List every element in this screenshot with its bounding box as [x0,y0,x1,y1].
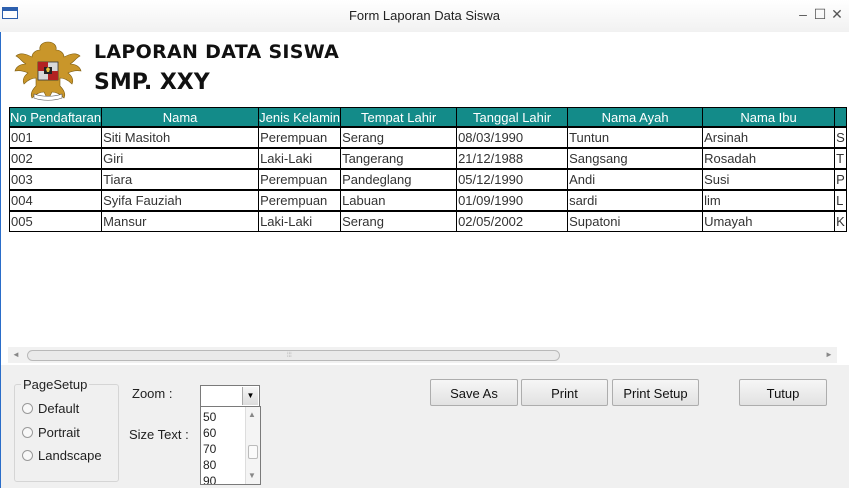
table-cell: S [834,126,847,149]
radio-landscape-label[interactable]: Landscape [38,448,102,463]
table-cell: L [834,189,847,212]
zoom-option[interactable]: 50 [203,410,216,424]
maximize-button[interactable]: ☐ [813,6,827,22]
table-cell: 005 [8,210,103,232]
table-row: 001 Siti Masitoh Perempuan Serang 08/03/… [8,126,847,149]
table-cell: Supatoni [567,210,704,232]
save-as-button[interactable]: Save As [430,379,518,406]
table-cell: 004 [8,189,103,212]
table-cell: Laki-Laki [258,210,342,232]
table-cell: 21/12/1988 [456,147,569,170]
table-cell: T [834,147,847,170]
column-header[interactable]: Nama Ibu [702,107,836,128]
print-button[interactable]: Print [521,379,608,406]
zoom-dropdown-list[interactable]: 50 60 70 80 90 ▲ ▼ [200,406,261,485]
minimize-button[interactable]: – [796,6,810,22]
scroll-right-arrow-icon[interactable]: ► [821,347,837,363]
table-cell: Mansur [101,210,260,232]
column-header[interactable]: Tempat Lahir [340,107,458,128]
table-cell: 01/09/1990 [456,189,569,212]
scrollbar-thumb[interactable]: ⦙⦙⦙ [27,350,560,361]
table-cell: Laki-Laki [258,147,342,170]
table-cell: 05/12/1990 [456,168,569,191]
school-name: SMP. XXY [94,70,210,95]
window-title: Form Laporan Data Siswa [348,8,500,23]
zoom-option[interactable]: 80 [203,458,216,472]
zoom-combobox[interactable]: ▼ [200,385,260,407]
column-header[interactable] [834,107,847,128]
radio-portrait[interactable] [22,427,33,438]
page-setup-legend: PageSetup [21,377,90,392]
table-cell: Serang [340,210,458,232]
table-cell: Susi [702,168,836,191]
table-cell: Tangerang [340,147,458,170]
table-cell: Perempuan [258,189,342,212]
table-cell: Umayah [702,210,836,232]
table-cell: Serang [340,126,458,149]
table-cell: Perempuan [258,168,342,191]
table-cell: 001 [8,126,103,149]
table-cell: Andi [567,168,704,191]
table-cell: Siti Masitoh [101,126,260,149]
table-cell: 003 [8,168,103,191]
table-cell: Perempuan [258,126,342,149]
table-row: 005 Mansur Laki-Laki Serang 02/05/2002 S… [8,210,847,232]
column-header[interactable]: Jenis Kelamin [258,107,342,128]
size-text-label: Size Text : [129,427,189,442]
table-row: 003 Tiara Perempuan Pandeglang 05/12/199… [8,168,847,191]
radio-landscape[interactable] [22,450,33,461]
column-header[interactable]: Tanggal Lahir [456,107,569,128]
student-data-table: No Pendaftaran Nama Jenis Kelamin Tempat… [8,107,847,232]
table-cell: Syifa Fauziah [101,189,260,212]
table-cell: Tuntun [567,126,704,149]
list-vertical-scrollbar[interactable]: ▲ ▼ [245,407,260,484]
garuda-emblem-icon [14,41,82,101]
column-header[interactable]: No Pendaftaran [8,107,103,128]
column-header[interactable]: Nama Ayah [567,107,704,128]
grip-icon: ⦙⦙⦙ [287,352,292,359]
column-header[interactable]: Nama [101,107,260,128]
table-cell: Tiara [101,168,260,191]
radio-default[interactable] [22,403,33,414]
table-cell: Giri [101,147,260,170]
scroll-left-arrow-icon[interactable]: ◄ [8,347,24,363]
table-cell: K [834,210,847,232]
scroll-down-arrow-icon[interactable]: ▼ [248,471,256,480]
zoom-option[interactable]: 70 [203,442,216,456]
close-button[interactable]: ✕ [830,6,844,22]
report-title: LAPORAN DATA SISWA [94,41,340,63]
table-cell: sardi [567,189,704,212]
table-cell: Arsinah [702,126,836,149]
table-cell: Sangsang [567,147,704,170]
table-cell: 02/05/2002 [456,210,569,232]
tutup-button[interactable]: Tutup [739,379,827,406]
table-row: 004 Syifa Fauziah Perempuan Labuan 01/09… [8,189,847,212]
print-setup-button[interactable]: Print Setup [612,379,699,406]
zoom-option[interactable]: 90 [203,474,216,484]
table-cell: 002 [8,147,103,170]
radio-default-label[interactable]: Default [38,401,79,416]
zoom-label: Zoom : [132,386,173,401]
scroll-up-arrow-icon[interactable]: ▲ [248,410,256,419]
radio-portrait-label[interactable]: Portrait [38,425,80,440]
table-cell: P [834,168,847,191]
table-cell: Rosadah [702,147,836,170]
table-row: 002 Giri Laki-Laki Tangerang 21/12/1988 … [8,147,847,170]
table-cell: Labuan [340,189,458,212]
table-cell: Pandeglang [340,168,458,191]
chevron-down-icon[interactable]: ▼ [242,387,258,405]
table-header-row: No Pendaftaran Nama Jenis Kelamin Tempat… [8,107,847,128]
table-cell: lim [702,189,836,212]
list-scroll-thumb[interactable] [248,445,258,459]
zoom-option[interactable]: 60 [203,426,216,440]
horizontal-scrollbar[interactable]: ◄ ⦙⦙⦙ ► [8,347,837,363]
table-cell: 08/03/1990 [456,126,569,149]
